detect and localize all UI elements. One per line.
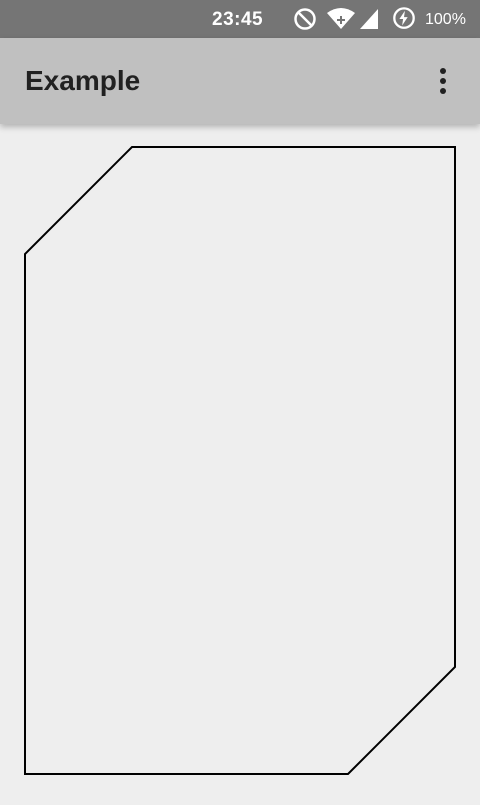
content-area	[0, 124, 480, 800]
app-title: Example	[25, 65, 141, 96]
chamfered-rectangle-canvas	[24, 146, 456, 775]
app-bar: Example	[0, 38, 480, 124]
do-not-disturb-icon	[294, 8, 316, 30]
status-bar: 23:45 100%	[0, 0, 480, 38]
signal-icon	[360, 9, 378, 29]
chamfered-rectangle-outline	[24, 146, 456, 775]
battery-charging-icon	[393, 7, 415, 29]
overflow-menu-icon[interactable]	[428, 64, 460, 98]
status-time: 23:45	[212, 9, 264, 30]
wifi-icon	[327, 8, 355, 29]
battery-percent: 100%	[425, 11, 466, 28]
